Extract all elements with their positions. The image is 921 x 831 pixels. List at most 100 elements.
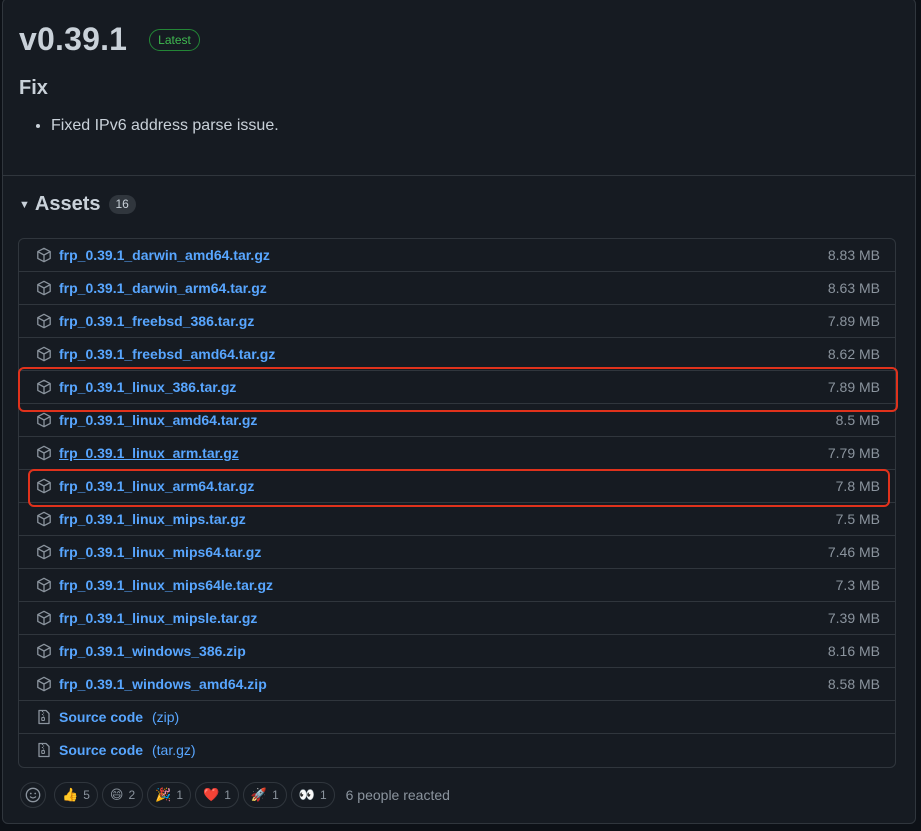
reaction-count: 1 [272,788,279,802]
reaction-eyes-button[interactable]: 👀 1 [290,782,335,808]
assets-count-badge: 16 [108,195,136,214]
source-code-format[interactable]: (tar.gz) [152,742,196,758]
reaction-hooray-button[interactable]: 🎉 1 [147,782,191,808]
asset-row: frp_0.39.1_darwin_amd64.tar.gz 8.83 MB [19,239,895,271]
release-header: v0.39.1 Latest [19,21,200,58]
rocket-icon: 🚀 [250,787,268,803]
asset-download-link[interactable]: frp_0.39.1_linux_arm64.tar.gz [59,478,254,494]
reaction-count: 2 [128,788,136,802]
reaction-thumbs-up-button[interactable]: 👍 5 [54,782,98,808]
file-zip-icon [36,742,52,758]
asset-size: 7.79 MB [827,445,880,461]
source-code-link[interactable]: Source code [59,742,143,758]
asset-row: frp_0.39.1_freebsd_amd64.tar.gz 8.62 MB [19,337,895,370]
reaction-count: 5 [83,788,90,802]
package-icon [36,379,52,395]
smiley-icon [25,787,41,803]
asset-row: frp_0.39.1_windows_amd64.zip 8.58 MB [19,667,895,700]
asset-size: 7.89 MB [827,379,880,395]
asset-row: frp_0.39.1_linux_386.tar.gz 7.89 MB [19,370,895,403]
asset-row: frp_0.39.1_linux_arm64.tar.gz 7.8 MB [19,469,895,502]
asset-size: 7.89 MB [827,313,880,329]
divider [3,175,915,176]
asset-size: 8.16 MB [827,643,880,659]
thumbs-up-icon: 👍 [62,787,79,803]
asset-size: 7.5 MB [835,511,880,527]
eyes-icon: 👀 [298,787,315,803]
asset-size: 8.5 MB [835,412,880,428]
asset-download-link[interactable]: frp_0.39.1_darwin_arm64.tar.gz [59,280,267,296]
reaction-pills: 👍 5 😄 2 🎉 1 ❤️ 1 🚀 1 👀 1 [50,782,335,808]
notes-heading: Fix [19,77,48,99]
asset-row: frp_0.39.1_darwin_arm64.tar.gz 8.63 MB [19,271,895,304]
package-icon [36,412,52,428]
latest-badge: Latest [149,28,200,51]
asset-row: frp_0.39.1_linux_mipsle.tar.gz 7.39 MB [19,601,895,634]
asset-download-link[interactable]: frp_0.39.1_linux_mips64le.tar.gz [59,577,273,593]
asset-download-link[interactable]: frp_0.39.1_linux_mipsle.tar.gz [59,610,257,626]
asset-row: frp_0.39.1_freebsd_386.tar.gz 7.89 MB [19,304,895,337]
asset-size: 8.58 MB [827,676,880,692]
asset-row: frp_0.39.1_linux_amd64.tar.gz 8.5 MB [19,403,895,436]
asset-download-link[interactable]: frp_0.39.1_linux_mips64.tar.gz [59,544,261,560]
package-icon [36,676,52,692]
package-icon [36,610,52,626]
notes-item: Fixed IPv6 address parse issue. [51,117,279,135]
asset-download-link[interactable]: frp_0.39.1_linux_arm.tar.gz [59,445,239,461]
assets-label: Assets [34,193,101,215]
reaction-count: 1 [176,788,183,802]
asset-size: 8.63 MB [827,280,880,296]
package-icon [36,445,52,461]
asset-size: 7.46 MB [827,544,880,560]
asset-row: frp_0.39.1_linux_mips64.tar.gz 7.46 MB [19,535,895,568]
reaction-laugh-button[interactable]: 😄 2 [101,782,144,808]
asset-row: frp_0.39.1_windows_386.zip 8.16 MB [19,634,895,667]
package-icon [36,643,52,659]
caret-down-icon: ▼ [19,198,30,211]
package-icon [36,313,52,329]
assets-list: frp_0.39.1_darwin_amd64.tar.gz 8.83 MB frp… [18,238,896,768]
asset-size: 7.3 MB [835,577,880,593]
asset-download-link[interactable]: frp_0.39.1_freebsd_amd64.tar.gz [59,346,275,362]
package-icon [36,544,52,560]
add-reaction-button[interactable] [20,782,46,808]
package-icon [36,511,52,527]
package-icon [36,346,52,362]
source-code-format[interactable]: (zip) [152,709,179,725]
package-icon [36,478,52,494]
reactions-bar: 👍 5 😄 2 🎉 1 ❤️ 1 🚀 1 👀 1 6 people reacted [20,782,450,808]
hooray-icon: 🎉 [155,787,172,803]
package-icon [36,577,52,593]
asset-download-link[interactable]: frp_0.39.1_linux_mips.tar.gz [59,511,246,527]
reactions-summary: 6 people reacted [345,787,450,803]
asset-download-link[interactable]: frp_0.39.1_freebsd_386.tar.gz [59,313,254,329]
reaction-count: 1 [224,788,231,802]
laugh-icon: 😄 [109,787,124,803]
reaction-heart-button[interactable]: ❤️ 1 [195,782,239,808]
source-code-row[interactable]: Source code (zip) [19,700,895,733]
reaction-rocket-button[interactable]: 🚀 1 [242,782,287,808]
source-code-row[interactable]: Source code (tar.gz) [19,733,895,766]
asset-size: 7.8 MB [835,478,880,494]
release-version[interactable]: v0.39.1 [19,21,127,58]
asset-row: frp_0.39.1_linux_arm.tar.gz 7.79 MB [19,436,895,469]
asset-row: frp_0.39.1_linux_mips.tar.gz 7.5 MB [19,502,895,535]
assets-toggle[interactable]: ▼ Assets 16 [19,193,136,216]
asset-row: frp_0.39.1_linux_mips64le.tar.gz 7.3 MB [19,568,895,601]
asset-size: 7.39 MB [827,610,880,626]
release-card: v0.39.1 Latest Fix Fixed IPv6 address pa… [2,0,916,824]
asset-size: 8.83 MB [827,247,880,263]
asset-size: 8.62 MB [827,346,880,362]
asset-download-link[interactable]: frp_0.39.1_linux_amd64.tar.gz [59,412,257,428]
asset-download-link[interactable]: frp_0.39.1_linux_386.tar.gz [59,379,236,395]
asset-download-link[interactable]: frp_0.39.1_windows_386.zip [59,643,246,659]
file-zip-icon [36,709,52,725]
heart-icon: ❤️ [203,787,220,803]
asset-download-link[interactable]: frp_0.39.1_darwin_amd64.tar.gz [59,247,270,263]
package-icon [36,280,52,296]
asset-download-link[interactable]: frp_0.39.1_windows_amd64.zip [59,676,267,692]
reaction-count: 1 [319,788,327,802]
package-icon [36,247,52,263]
source-code-link[interactable]: Source code [59,709,143,725]
notes-list: Fixed IPv6 address parse issue. [21,117,279,135]
